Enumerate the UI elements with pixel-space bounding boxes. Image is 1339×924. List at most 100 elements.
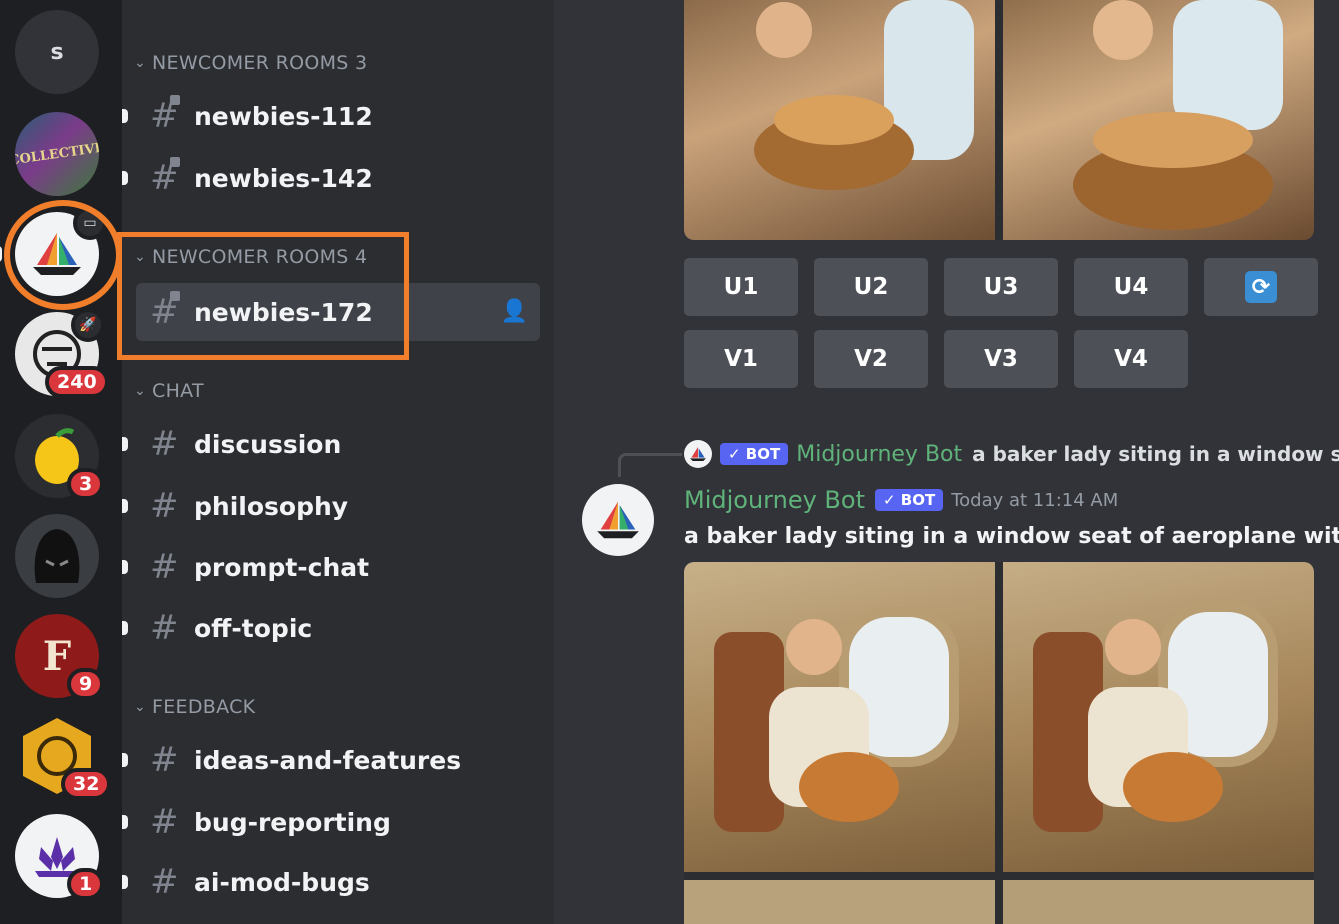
mention-badge: 1: [67, 868, 105, 900]
chevron-down-icon: ⌄: [133, 699, 147, 715]
server-icon-lemon[interactable]: 3: [15, 414, 105, 500]
server-icon-hood[interactable]: [15, 514, 99, 598]
server-icon-red[interactable]: F 9: [15, 614, 105, 700]
message-area: U1 U2 U3 U4 ⟳ V1 V2 V3 V4 ✓ BOT Midjourn…: [554, 0, 1339, 924]
add-user-icon[interactable]: 👤: [501, 299, 528, 324]
variation-button-v2[interactable]: V2: [814, 330, 928, 388]
channel-name: prompt-chat: [194, 552, 370, 582]
image-grid-bottom[interactable]: [684, 562, 1314, 924]
variation-button-v3[interactable]: V3: [944, 330, 1058, 388]
mention-badge: 240: [45, 366, 109, 398]
hash-icon: #: [150, 740, 179, 780]
highlight-box: [117, 232, 409, 360]
selected-indicator: [0, 246, 2, 262]
channel-name: newbies-112: [194, 101, 373, 131]
channel-name: ideas-and-features: [194, 745, 462, 775]
server-icon-lotus[interactable]: 1: [15, 814, 105, 900]
channel-philosophy[interactable]: # philosophy: [122, 477, 540, 535]
variation-button-v1[interactable]: V1: [684, 330, 798, 388]
category-feedback[interactable]: ⌄ FEEDBACK: [130, 694, 255, 720]
upscale-button-row: U1 U2 U3 U4 ⟳: [684, 258, 1318, 316]
reply-avatar-icon: [684, 440, 712, 468]
message-timestamp: Today at 11:14 AM: [951, 489, 1119, 511]
reply-author[interactable]: Midjourney Bot: [796, 442, 962, 467]
unread-indicator: [122, 499, 128, 513]
bot-avatar[interactable]: [582, 484, 654, 556]
generated-image[interactable]: [1003, 0, 1314, 240]
generated-image[interactable]: [684, 562, 995, 872]
bot-badge: ✓ BOT: [874, 489, 944, 511]
hash-icon: #: [150, 547, 179, 587]
hash-icon: #: [150, 608, 179, 648]
channel-ai-mod-bugs[interactable]: # ai-mod-bugs: [122, 853, 540, 911]
unread-indicator: [122, 171, 128, 185]
category-label: CHAT: [152, 380, 204, 402]
mention-badge: 32: [61, 768, 112, 800]
channel-discussion[interactable]: # discussion: [122, 415, 540, 473]
channel-prompt-chat[interactable]: # prompt-chat: [122, 538, 540, 596]
generated-image[interactable]: [684, 880, 995, 924]
hash-icon: #: [150, 802, 179, 842]
collective-server-icon: COLLECTIVE: [15, 112, 99, 196]
category-newcomer-rooms-3[interactable]: ⌄ NEWCOMER ROOMS 3: [130, 50, 367, 76]
reply-connector: [618, 453, 682, 477]
channel-name: newbies-142: [194, 163, 373, 193]
image-grid-top[interactable]: [684, 0, 1314, 240]
generated-image[interactable]: [684, 0, 995, 240]
bot-badge: ✓ BOT: [720, 443, 789, 465]
variation-button-v4[interactable]: V4: [1074, 330, 1188, 388]
chevron-down-icon: ⌄: [133, 55, 147, 71]
reroll-button[interactable]: ⟳: [1204, 258, 1318, 316]
channel-name: discussion: [194, 429, 342, 459]
unread-indicator: [122, 875, 128, 889]
channel-off-topic[interactable]: # off-topic: [122, 599, 540, 657]
mention-badge: 3: [67, 468, 105, 500]
reply-reference[interactable]: ✓ BOT Midjourney Bot a baker lady siting…: [684, 440, 1339, 468]
mention-badge: 9: [67, 668, 105, 700]
midjourney-boat-icon: [597, 501, 639, 539]
locked-channel-icon: #: [150, 95, 180, 136]
unread-indicator: [122, 109, 128, 123]
hash-icon: #: [150, 862, 179, 902]
channel-bug-reporting[interactable]: # bug-reporting: [122, 793, 540, 851]
upscale-button-u1[interactable]: U1: [684, 258, 798, 316]
category-label: NEWCOMER ROOMS 3: [152, 52, 368, 74]
channel-name: ai-mod-bugs: [194, 867, 370, 897]
hash-icon: #: [150, 424, 179, 464]
upscale-button-u4[interactable]: U4: [1074, 258, 1188, 316]
upscale-button-u2[interactable]: U2: [814, 258, 928, 316]
channel-ideas-and-features[interactable]: # ideas-and-features: [122, 731, 540, 789]
server-icon-collective[interactable]: COLLECTIVE: [15, 112, 99, 196]
generated-image[interactable]: [1003, 562, 1314, 872]
boost-icon: 🚀: [71, 308, 105, 342]
server-icon-sketch[interactable]: 🚀 240: [15, 308, 109, 398]
message-header: Midjourney Bot ✓ BOT Today at 11:14 AM: [684, 484, 1118, 516]
unread-indicator: [122, 621, 128, 635]
category-label: FEEDBACK: [152, 696, 256, 718]
variation-button-row: V1 V2 V3 V4: [684, 330, 1188, 388]
hooded-figure-icon: [15, 514, 99, 598]
server-icon-s[interactable]: s: [15, 10, 99, 94]
server-icon-hex[interactable]: 32: [15, 714, 112, 800]
unread-indicator: [122, 560, 128, 574]
channel-sidebar: ⌄ NEWCOMER ROOMS 3 # newbies-112 # newbi…: [122, 0, 554, 924]
channel-newbies-112[interactable]: # newbies-112: [122, 87, 540, 145]
unread-indicator: [122, 753, 128, 767]
message-text: a baker lady siting in a window seat of …: [684, 524, 1339, 549]
server-initial: s: [15, 10, 99, 94]
refresh-icon: ⟳: [1245, 271, 1277, 303]
hash-icon: #: [150, 486, 179, 526]
category-chat[interactable]: ⌄ CHAT: [130, 378, 204, 404]
server-rail: s COLLECTIVE ▭ 🚀 240 3 F 9 32 1: [0, 0, 122, 924]
channel-name: off-topic: [194, 613, 313, 643]
channel-newbies-142[interactable]: # newbies-142: [122, 149, 540, 207]
upscale-button-u3[interactable]: U3: [944, 258, 1058, 316]
message-author[interactable]: Midjourney Bot: [684, 486, 865, 514]
channel-name: philosophy: [194, 491, 349, 521]
unread-indicator: [122, 437, 128, 451]
chevron-down-icon: ⌄: [133, 383, 147, 399]
unread-indicator: [122, 815, 128, 829]
reply-preview-text: a baker lady siting in a window se: [972, 442, 1339, 466]
highlight-circle: [4, 200, 122, 310]
generated-image[interactable]: [1003, 880, 1314, 924]
